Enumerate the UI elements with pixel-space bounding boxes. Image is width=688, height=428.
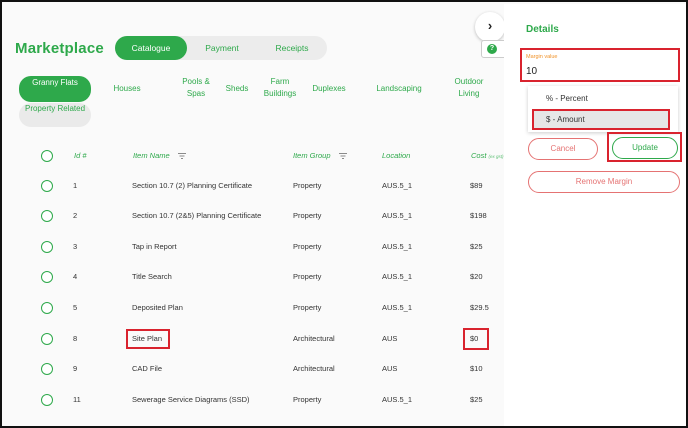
row-item-name: Section 10.7 (2&5) Planning Certificate bbox=[132, 211, 262, 220]
row-item-name: Deposited Plan bbox=[132, 303, 183, 312]
option-percent[interactable]: % - Percent bbox=[528, 88, 678, 109]
row-item-group: Property bbox=[293, 303, 322, 312]
category-sheds[interactable]: Sheds bbox=[222, 83, 252, 95]
row-location: AUS.5_1 bbox=[382, 211, 413, 220]
table-row[interactable]: 1 Section 10.7 (2) Planning Certificate … bbox=[4, 171, 504, 201]
category-outdoor-living[interactable]: Outdoor Living bbox=[446, 76, 492, 100]
row-item-group: Property bbox=[293, 211, 322, 220]
remove-margin-button[interactable]: Remove Margin bbox=[528, 171, 680, 193]
row-location: AUS.5_1 bbox=[382, 272, 413, 281]
row-item-group: Property bbox=[293, 395, 322, 404]
table-header: Id # Item Name Item Group Location Cost … bbox=[4, 142, 504, 170]
row-cost: $25 bbox=[470, 395, 483, 404]
row-cost: $20 bbox=[470, 272, 483, 281]
row-cost: $0 bbox=[470, 334, 479, 343]
column-location: Location bbox=[382, 151, 411, 160]
table-row[interactable]: 4 Title Search Property AUS.5_1 $20 bbox=[4, 262, 504, 292]
row-select-radio[interactable] bbox=[41, 333, 53, 345]
margin-value-field[interactable]: Margin value bbox=[520, 48, 680, 82]
collapse-panel-button[interactable]: › bbox=[475, 12, 504, 42]
row-select-radio[interactable] bbox=[41, 241, 53, 253]
margin-type-dropdown: % - Percent $ - Amount bbox=[528, 86, 678, 132]
details-title: Details bbox=[526, 24, 559, 35]
margin-value-input[interactable] bbox=[526, 63, 676, 79]
chevron-right-icon: › bbox=[487, 18, 493, 33]
sort-icon[interactable] bbox=[339, 153, 347, 159]
row-item-name: Site Plan bbox=[132, 334, 163, 343]
tab-catalogue[interactable]: Catalogue bbox=[115, 36, 187, 60]
row-cost: $10 bbox=[470, 364, 483, 373]
row-select-radio[interactable] bbox=[41, 302, 53, 314]
column-cost-label: Cost bbox=[471, 151, 487, 160]
column-id: Id # bbox=[74, 151, 87, 160]
row-item-name: Section 10.7 (2) Planning Certificate bbox=[132, 181, 253, 190]
row-cost: $89 bbox=[470, 181, 483, 190]
sort-icon[interactable] bbox=[178, 153, 186, 159]
row-item-group: Architectural bbox=[293, 364, 335, 373]
column-item-name[interactable]: Item Name bbox=[133, 142, 170, 170]
table-row[interactable]: 9 CAD File Architectural AUS $10 bbox=[4, 354, 504, 384]
row-id: 4 bbox=[73, 272, 78, 281]
row-id: 9 bbox=[73, 364, 78, 373]
table-row[interactable]: 3 Tap in Report Property AUS.5_1 $25 bbox=[4, 232, 504, 262]
tab-payment[interactable]: Payment bbox=[187, 36, 257, 60]
table-row[interactable]: 5 Deposited Plan Property AUS.5_1 $29.5 bbox=[4, 293, 504, 323]
row-id: 3 bbox=[73, 242, 78, 251]
margin-value-label: Margin value bbox=[526, 54, 558, 60]
category-landscaping[interactable]: Landscaping bbox=[370, 83, 428, 95]
row-item-name: CAD File bbox=[132, 364, 163, 373]
help-icon: ? bbox=[487, 44, 497, 54]
row-item-name: Title Search bbox=[132, 272, 172, 281]
category-duplexes[interactable]: Duplexes bbox=[308, 83, 350, 95]
column-item-group[interactable]: Item Group bbox=[293, 142, 331, 170]
row-cost: $29.5 bbox=[470, 303, 489, 312]
cancel-button[interactable]: Cancel bbox=[528, 138, 598, 160]
marketplace-tabs: Catalogue Payment Receipts bbox=[115, 36, 327, 60]
option-amount[interactable]: $ - Amount bbox=[532, 109, 670, 130]
row-item-group: Property bbox=[293, 272, 322, 281]
screenshot-frame: Marketplace Catalogue Payment Receipts ›… bbox=[0, 0, 688, 428]
column-cost-suffix: (ex gst) bbox=[488, 154, 504, 159]
row-item-name: Tap in Report bbox=[132, 242, 177, 251]
row-select-radio[interactable] bbox=[41, 271, 53, 283]
row-id: 5 bbox=[73, 303, 78, 312]
category-granny-flats[interactable]: Granny Flats bbox=[19, 76, 91, 102]
category-pools-spas[interactable]: Pools & Spas bbox=[176, 76, 216, 100]
select-all-radio[interactable] bbox=[41, 150, 53, 162]
row-cost: $25 bbox=[470, 242, 483, 251]
row-location: AUS bbox=[382, 364, 398, 373]
category-property-related[interactable]: Property Related bbox=[19, 103, 91, 127]
row-id: 8 bbox=[73, 334, 78, 343]
row-item-group: Property bbox=[293, 242, 322, 251]
row-id: 11 bbox=[73, 395, 81, 404]
row-select-radio[interactable] bbox=[41, 180, 53, 192]
row-cost: $198 bbox=[470, 211, 487, 220]
row-select-radio[interactable] bbox=[41, 210, 53, 222]
row-location: AUS bbox=[382, 334, 398, 343]
row-location: AUS.5_1 bbox=[382, 303, 413, 312]
row-location: AUS.5_1 bbox=[382, 242, 413, 251]
row-location: AUS.5_1 bbox=[382, 395, 413, 404]
row-id: 1 bbox=[73, 181, 78, 190]
catalogue-main: Marketplace Catalogue Payment Receipts ›… bbox=[4, 4, 504, 426]
column-cost: Cost (ex gst) bbox=[471, 142, 504, 170]
table-row[interactable]: 8 Site Plan Architectural AUS $0 bbox=[4, 324, 504, 354]
help-chip[interactable]: ? bbox=[481, 40, 504, 58]
row-item-group: Property bbox=[293, 181, 322, 190]
row-select-radio[interactable] bbox=[41, 363, 53, 375]
row-item-group: Architectural bbox=[293, 334, 335, 343]
page-title: Marketplace bbox=[15, 40, 104, 57]
category-houses[interactable]: Houses bbox=[107, 83, 147, 95]
table-row[interactable]: 2 Section 10.7 (2&5) Planning Certificat… bbox=[4, 201, 504, 231]
row-item-name: Sewerage Service Diagrams (SSD) bbox=[132, 395, 250, 404]
table-row[interactable]: 11 Sewerage Service Diagrams (SSD) Prope… bbox=[4, 385, 504, 415]
row-select-radio[interactable] bbox=[41, 394, 53, 406]
category-farm-buildings[interactable]: Farm Buildings bbox=[259, 76, 301, 100]
row-id: 2 bbox=[73, 211, 78, 220]
update-button[interactable]: Update bbox=[612, 137, 678, 159]
details-panel: Details Margin value % - Percent $ - Amo… bbox=[504, 4, 686, 426]
row-location: AUS.5_1 bbox=[382, 181, 413, 190]
tab-receipts[interactable]: Receipts bbox=[257, 36, 327, 60]
